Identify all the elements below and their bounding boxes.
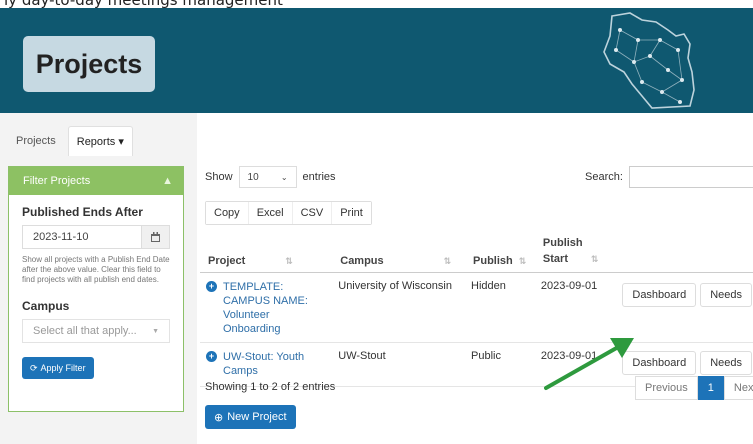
campus-select-placeholder: Select all that apply...: [33, 325, 137, 337]
column-header-project[interactable]: Project ⇅: [200, 230, 333, 273]
page-title-card: Projects: [23, 36, 155, 92]
column-header-campus[interactable]: Campus ⇅: [332, 230, 466, 273]
export-button-group: Copy Excel CSV Print: [205, 201, 372, 225]
page-1-button[interactable]: 1: [697, 376, 724, 400]
cropped-caption: ly day-to-day meetings management: [0, 0, 753, 8]
needs-button[interactable]: Needs: [700, 282, 752, 307]
table-row: + TEMPLATE: CAMPUS NAME: Volunteer Onboa…: [200, 272, 753, 343]
project-link[interactable]: TEMPLATE: CAMPUS NAME: Volunteer Onboard…: [223, 280, 328, 336]
pagination: Previous 1 Next: [635, 376, 753, 400]
calendar-icon[interactable]: [142, 225, 170, 249]
copy-button[interactable]: Copy: [206, 202, 248, 224]
chevron-up-icon[interactable]: ▲: [162, 175, 173, 187]
nav-tabs: Projects Reports ▾: [8, 126, 133, 156]
date-help-text: Show all projects with a Publish End Dat…: [22, 255, 170, 284]
page-title: Projects: [35, 48, 143, 79]
search-input[interactable]: [628, 166, 753, 188]
filter-panel: Filter Projects ▲ Published Ends After 2…: [8, 166, 184, 412]
refresh-icon: ⟳: [30, 362, 38, 373]
header-banner: Projects: [0, 8, 753, 113]
column-header-publish-start[interactable]: Publish Start ⇅: [534, 230, 617, 273]
tab-reports[interactable]: Reports ▾: [67, 126, 133, 156]
campus-select[interactable]: Select all that apply... ▼: [22, 319, 170, 343]
column-header-actions: [616, 230, 753, 273]
entries-length-control: Show 10 ⌄ entries: [205, 166, 336, 188]
expand-row-icon[interactable]: +: [206, 350, 217, 362]
apply-filter-label: Apply Filter: [40, 363, 86, 373]
wisconsin-network-map-icon: [603, 12, 695, 109]
new-project-label: New Project: [227, 411, 287, 423]
entries-label: entries: [302, 171, 336, 183]
caption-text: ly day-to-day meetings management: [4, 0, 283, 8]
show-label: Show: [205, 171, 233, 183]
print-button[interactable]: Print: [331, 202, 371, 224]
campus-cell: University of Wisconsin: [332, 272, 466, 343]
previous-page-button[interactable]: Previous: [635, 376, 698, 400]
project-link[interactable]: UW-Stout: Youth Camps: [223, 350, 328, 378]
published-ends-label: Published Ends After: [22, 205, 143, 219]
next-page-button[interactable]: Next: [723, 376, 753, 400]
expand-row-icon[interactable]: +: [206, 280, 217, 292]
apply-filter-button[interactable]: ⟳ Apply Filter: [22, 357, 94, 379]
filter-panel-title: Filter Projects: [23, 175, 91, 187]
caret-down-icon: ▼: [152, 327, 159, 335]
new-project-button[interactable]: ⊕ New Project: [205, 405, 296, 429]
dashboard-button[interactable]: Dashboard: [622, 282, 697, 307]
csv-button[interactable]: CSV: [291, 202, 332, 224]
filter-panel-header[interactable]: Filter Projects ▲: [9, 167, 183, 195]
annotation-arrow-icon: [544, 338, 634, 390]
campus-cell: UW-Stout: [332, 342, 466, 387]
content-area: Projects Reports ▾ Filter Projects ▲ Pub…: [0, 113, 753, 444]
plus-circle-icon: ⊕: [214, 411, 224, 424]
search-label: Search:: [585, 171, 623, 183]
chevron-down-icon: ⌄: [280, 172, 288, 182]
publish-cell: Public: [465, 342, 535, 387]
entries-length-value: 10: [247, 171, 259, 183]
entries-length-select[interactable]: 10 ⌄: [238, 166, 297, 188]
projects-main: Show 10 ⌄ entries Search: Copy Excel CSV…: [197, 113, 753, 444]
table-info: Showing 1 to 2 of 2 entries: [205, 381, 336, 393]
needs-button[interactable]: Needs: [700, 350, 752, 375]
search-control: Search:: [585, 166, 753, 188]
campus-label: Campus: [22, 299, 70, 313]
projects-table: Project ⇅ Campus ⇅ Publish ⇅ Publish Start ⇅…: [200, 230, 753, 387]
column-header-publish[interactable]: Publish ⇅: [465, 230, 535, 273]
published-ends-date-input[interactable]: 2023-11-10: [22, 225, 142, 249]
tab-projects[interactable]: Projects: [8, 126, 64, 156]
publish-cell: Hidden: [465, 272, 535, 343]
excel-button[interactable]: Excel: [247, 202, 292, 224]
